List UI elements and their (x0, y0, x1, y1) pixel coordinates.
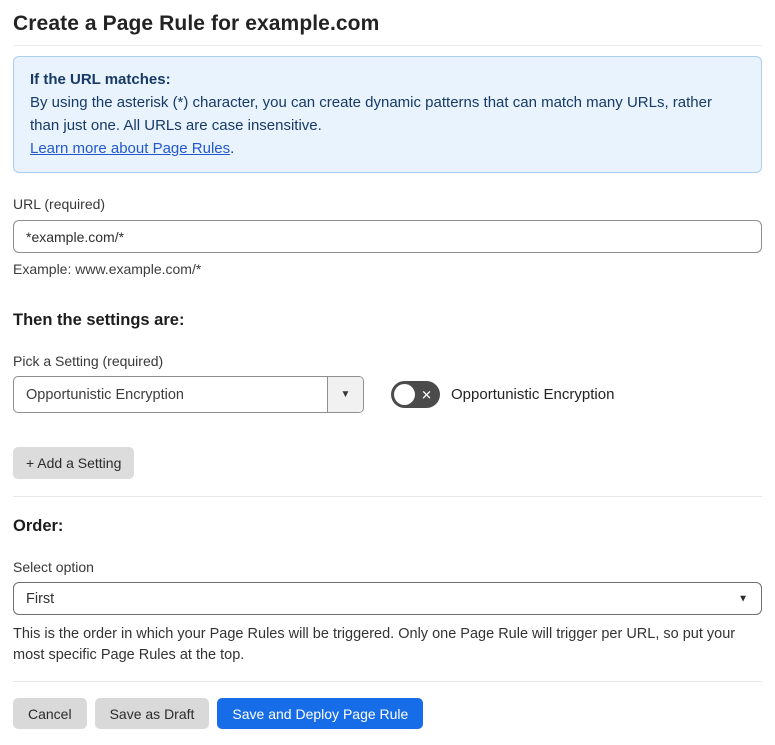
add-setting-button[interactable]: + Add a Setting (13, 447, 135, 479)
order-select-value: First (26, 590, 55, 607)
url-field-label: URL (required) (13, 196, 106, 212)
page-rule-form: Create a Page Rule for example.com If th… (0, 0, 775, 745)
toggle-label: Opportunistic Encryption (451, 386, 615, 403)
caret-down-icon: ▼ (340, 389, 351, 400)
link-suffix: . (230, 140, 235, 157)
page-title: Create a Page Rule for example.com (13, 12, 380, 35)
save-and-deploy-button[interactable]: Save and Deploy Page Rule (217, 698, 424, 729)
footer-divider (13, 681, 762, 682)
url-match-info-box: If the URL matches: By using the asteris… (13, 56, 762, 173)
order-section-heading: Order: (13, 517, 64, 535)
url-example-helper: Example: www.example.com/* (13, 261, 202, 277)
info-box-heading: If the URL matches: (30, 71, 171, 88)
toggle-knob (394, 384, 415, 405)
setting-dropdown-button[interactable]: ▼ (327, 377, 363, 412)
opportunistic-encryption-toggle[interactable]: ✕ (391, 381, 440, 408)
setting-dropdown[interactable]: Opportunistic Encryption ▼ (13, 376, 364, 413)
url-input[interactable] (13, 220, 762, 253)
footer-actions: Cancel Save as Draft Save and Deploy Pag… (13, 698, 762, 729)
order-select[interactable]: First ▼ (13, 582, 762, 615)
order-helper-text: This is the order in which your Page Rul… (13, 626, 736, 663)
cancel-button[interactable]: Cancel (13, 698, 87, 729)
setting-picker-row: Opportunistic Encryption ▼ ✕ Opportunist… (13, 376, 762, 413)
setting-dropdown-value: Opportunistic Encryption (26, 386, 184, 403)
caret-down-icon: ▼ (738, 593, 748, 604)
x-icon: ✕ (421, 387, 432, 402)
save-as-draft-button[interactable]: Save as Draft (94, 698, 210, 729)
info-box-link-line: Learn more about Page Rules. (30, 137, 745, 160)
order-select-label: Select option (13, 559, 94, 575)
section-divider (13, 496, 762, 497)
learn-more-link[interactable]: Learn more about Page Rules (30, 140, 230, 157)
pick-setting-label: Pick a Setting (required) (13, 353, 164, 369)
info-box-body: By using the asterisk (*) character, you… (30, 94, 712, 134)
settings-section-heading: Then the settings are: (13, 311, 185, 329)
header-divider (13, 45, 762, 46)
